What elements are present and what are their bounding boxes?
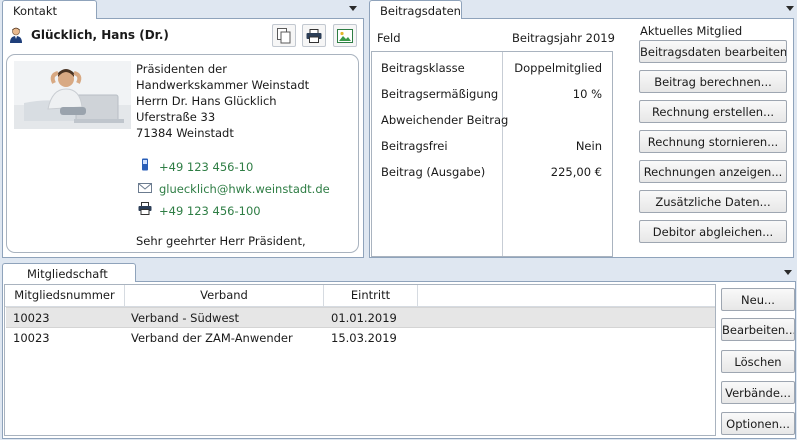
address-line: 71384 Weinstadt (136, 126, 234, 140)
fax-number: +49 123 456-100 (159, 204, 261, 218)
column-header-feld: Feld (377, 31, 401, 45)
phone-icon (142, 158, 148, 171)
field-value: 225,00 € (550, 165, 602, 179)
rechnung-stornieren-button[interactable]: Rechnung stornieren... (639, 130, 787, 153)
salutation-text: Sehr geehrter Herr Präsident, (136, 234, 306, 248)
column-divider (502, 52, 503, 256)
tab-kontakt-label: Kontakt (13, 4, 58, 18)
address-line: Präsidenten der (136, 62, 227, 76)
beitragsdaten-grid: Beitragsklasse Doppelmitglied Beitragser… (371, 51, 613, 257)
address-line: Handwerkskammer Weinstadt (136, 78, 310, 92)
beitrag-berechnen-button[interactable]: Beitrag berechnen... (639, 70, 787, 93)
cell-eintritt: 15.03.2019 (331, 331, 397, 345)
email-link[interactable]: gluecklich@hwk.weinstadt.de (159, 182, 330, 196)
contact-photo (14, 61, 131, 129)
cell-verband: Verband - Südwest (131, 311, 240, 325)
rechnung-erstellen-button[interactable]: Rechnung erstellen... (639, 100, 787, 123)
field-value: Nein (575, 139, 602, 153)
tab-kontakt[interactable]: Kontakt (2, 0, 97, 19)
mail-icon (138, 183, 152, 193)
image-button[interactable] (333, 24, 357, 47)
rechnungen-anzeigen-button[interactable]: Rechnungen anzeigen... (639, 160, 787, 183)
beitragsdaten-chevron-down-icon[interactable] (786, 6, 794, 11)
field-label: Beitragsfrei (381, 139, 448, 153)
tab-beitragsdaten-label: Beitragsdaten (380, 4, 461, 18)
field-label: Beitragsklasse (381, 61, 465, 75)
verbaende-button[interactable]: Verbände... (721, 381, 795, 404)
table-row[interactable]: 10023 Verband der ZAM-Anwender 15.03.201… (6, 328, 715, 349)
address-line: Herrn Dr. Hans Glücklich (136, 94, 277, 108)
field-value: Doppelmitglied (514, 61, 602, 75)
image-icon (337, 28, 353, 43)
copy-icon (277, 27, 291, 43)
cell-mitgliedsnummer: 10023 (13, 331, 50, 345)
zusaetzliche-daten-button[interactable]: Zusätzliche Daten... (639, 190, 787, 213)
tab-beitragsdaten[interactable]: Beitragsdaten (369, 0, 462, 19)
debitor-abgleichen-button[interactable]: Debitor abgleichen... (639, 220, 787, 243)
cell-verband: Verband der ZAM-Anwender (131, 331, 293, 345)
optionen-button[interactable]: Optionen... (721, 412, 795, 435)
column-header-eintritt[interactable]: Eintritt (324, 285, 418, 306)
column-header-beitragsjahr: Beitragsjahr 2019 (512, 31, 615, 45)
actions-title: Aktuelles Mitglied (640, 24, 743, 38)
neu-button[interactable]: Neu... (721, 288, 795, 311)
mitgliedschaft-table: Mitgliedsnummer Verband Eintritt 10023 V… (4, 284, 716, 436)
print-button[interactable] (302, 24, 326, 47)
contact-card: Präsidenten der Handwerkskammer Weinstad… (6, 54, 359, 253)
cell-mitgliedsnummer: 10023 (13, 311, 50, 325)
fax-icon (138, 202, 152, 215)
person-icon (10, 27, 22, 43)
kontakt-chevron-down-icon[interactable] (349, 6, 357, 11)
field-label: Beitrag (Ausgabe) (381, 165, 486, 179)
address-line: Uferstraße 33 (136, 110, 216, 124)
bearbeiten-button[interactable]: Bearbeiten... (721, 318, 795, 341)
field-label: Beitragsermäßigung (381, 87, 499, 101)
loeschen-button[interactable]: Löschen (721, 350, 795, 373)
print-icon (306, 28, 322, 43)
contact-name: Glücklich, Hans (Dr.) (31, 28, 169, 42)
tab-mitgliedschaft[interactable]: Mitgliedschaft (2, 263, 136, 282)
field-label: Abweichender Beitrag (381, 113, 509, 127)
mitgliedschaft-chevron-down-icon[interactable] (784, 270, 792, 275)
beitragsdaten-bearbeiten-button[interactable]: Beitragsdaten bearbeiten... (639, 40, 787, 63)
table-row[interactable]: 10023 Verband - Südwest 01.01.2019 (6, 307, 715, 328)
phone-link[interactable]: +49 123 456-10 (159, 160, 253, 174)
column-header-verband[interactable]: Verband (125, 285, 324, 306)
field-value: 10 % (572, 87, 602, 101)
copy-button[interactable] (272, 24, 296, 47)
cell-eintritt: 01.01.2019 (331, 311, 397, 325)
tab-mitgliedschaft-label: Mitgliedschaft (27, 267, 108, 281)
column-header-mitgliedsnummer[interactable]: Mitgliedsnummer (5, 285, 125, 306)
